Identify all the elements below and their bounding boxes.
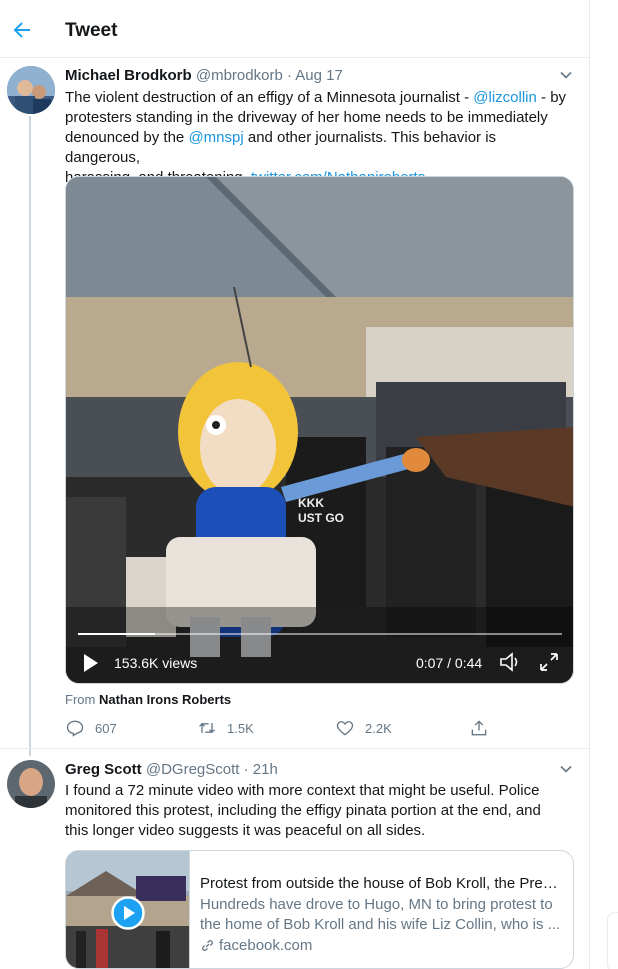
sign-text: UST GO (298, 511, 344, 525)
avatar-photo (7, 66, 55, 114)
heart-icon (336, 721, 354, 736)
avatar[interactable] (7, 760, 55, 808)
reply-count: 607 (95, 720, 117, 736)
link-preview-description: Hundreds have drove to Hugo, MN to bring… (200, 895, 565, 935)
text-segment: protesters standing in the driveway of h… (65, 109, 548, 126)
share-icon (471, 720, 487, 736)
thread-connector-line (29, 116, 31, 756)
retweet-button[interactable]: 1.5K (197, 718, 254, 738)
author-name[interactable]: Michael Brodkorb (65, 67, 192, 84)
video-progress-bar[interactable] (78, 633, 562, 635)
tweet-text-line: protesters standing in the driveway of h… (65, 108, 575, 128)
like-count: 2.2K (365, 720, 392, 736)
tweet-header: Greg Scott @DGregScott · 21h (65, 761, 278, 778)
chevron-down-icon[interactable] (559, 762, 573, 776)
mention-link[interactable]: @mnspj (188, 129, 243, 146)
attribution-label: From (65, 692, 96, 707)
share-button[interactable] (469, 718, 499, 738)
link-preview-image (66, 851, 190, 968)
chevron-down-icon[interactable] (559, 68, 573, 82)
video-player[interactable]: KKK UST GO 153.6K views 0:07 / 0:44 (65, 176, 574, 684)
page-title: Tweet (65, 20, 118, 41)
play-icon[interactable] (111, 896, 145, 930)
tweet-text: The violent destruction of an effigy of … (65, 88, 575, 188)
tweet-actions: 607 1.5K 2.2K (65, 718, 495, 740)
mention-link[interactable]: @lizcollin (473, 89, 537, 106)
author-handle[interactable]: @mbrodkorb (196, 67, 283, 84)
tweet-text-line: denounced by the @mnspj and other journa… (65, 128, 575, 168)
avatar-photo (7, 760, 55, 808)
description-line: Hundreds have drove to Hugo, MN to bring… (200, 896, 553, 913)
link-preview-title[interactable]: Protest from outside the house of Bob Kr… (200, 875, 565, 892)
tweet-text-line: monitored this protest, including the ef… (65, 802, 541, 819)
tweet-date[interactable]: · 21h (244, 761, 278, 778)
reply-button[interactable]: 607 (65, 718, 117, 738)
text-segment: - by (536, 89, 567, 106)
attribution-author[interactable]: Nathan Irons Roberts (99, 692, 231, 707)
text-segment: The violent destruction of an effigy of … (65, 89, 474, 106)
fullscreen-icon[interactable] (538, 651, 560, 673)
timeline-column: Tweet Michael Brodkorb @mbrodkorb · Aug … (0, 0, 590, 969)
tweet-text-line: The violent destruction of an effigy of … (65, 88, 575, 108)
view-count: 153.6K views (114, 655, 198, 671)
video-timestamp: 0:07 / 0:44 (416, 655, 483, 671)
video-attribution: From Nathan Irons Roberts (65, 692, 231, 707)
tweet-divider (0, 748, 590, 749)
tweet-date[interactable]: · Aug 17 (287, 67, 343, 84)
sidebar-card-edge (607, 912, 618, 969)
like-button[interactable]: 2.2K (335, 718, 392, 738)
sidebar-gutter (591, 0, 618, 969)
tweet-text-line: this longer video suggests it was peacef… (65, 822, 426, 839)
tweet-header: Michael Brodkorb @mbrodkorb · Aug 17 (65, 67, 343, 84)
description-line: the home of Bob Kroll and his wife Liz C… (200, 916, 561, 933)
play-icon[interactable] (82, 653, 100, 673)
video-progress-fill (78, 633, 156, 635)
link-preview-domain[interactable]: facebook.com (200, 937, 312, 954)
tweet-text-line: I found a 72 minute video with more cont… (65, 782, 540, 799)
link-icon (202, 940, 213, 951)
page-header: Tweet (0, 0, 590, 58)
link-preview-card[interactable]: Protest from outside the house of Bob Kr… (65, 850, 574, 969)
volume-icon[interactable] (498, 651, 522, 673)
reply-icon (66, 720, 84, 737)
domain-text: facebook.com (219, 937, 313, 954)
video-frame: KKK UST GO (66, 177, 573, 683)
back-arrow-icon[interactable] (10, 18, 34, 42)
author-handle[interactable]: @DGregScott (146, 761, 240, 778)
sign-text: KKK (298, 496, 324, 510)
tweet-text: I found a 72 minute video with more cont… (65, 781, 575, 841)
author-name[interactable]: Greg Scott (65, 761, 142, 778)
avatar[interactable] (7, 66, 55, 114)
text-segment: denounced by the (65, 129, 189, 146)
retweet-count: 1.5K (227, 720, 254, 736)
retweet-icon (199, 722, 215, 734)
